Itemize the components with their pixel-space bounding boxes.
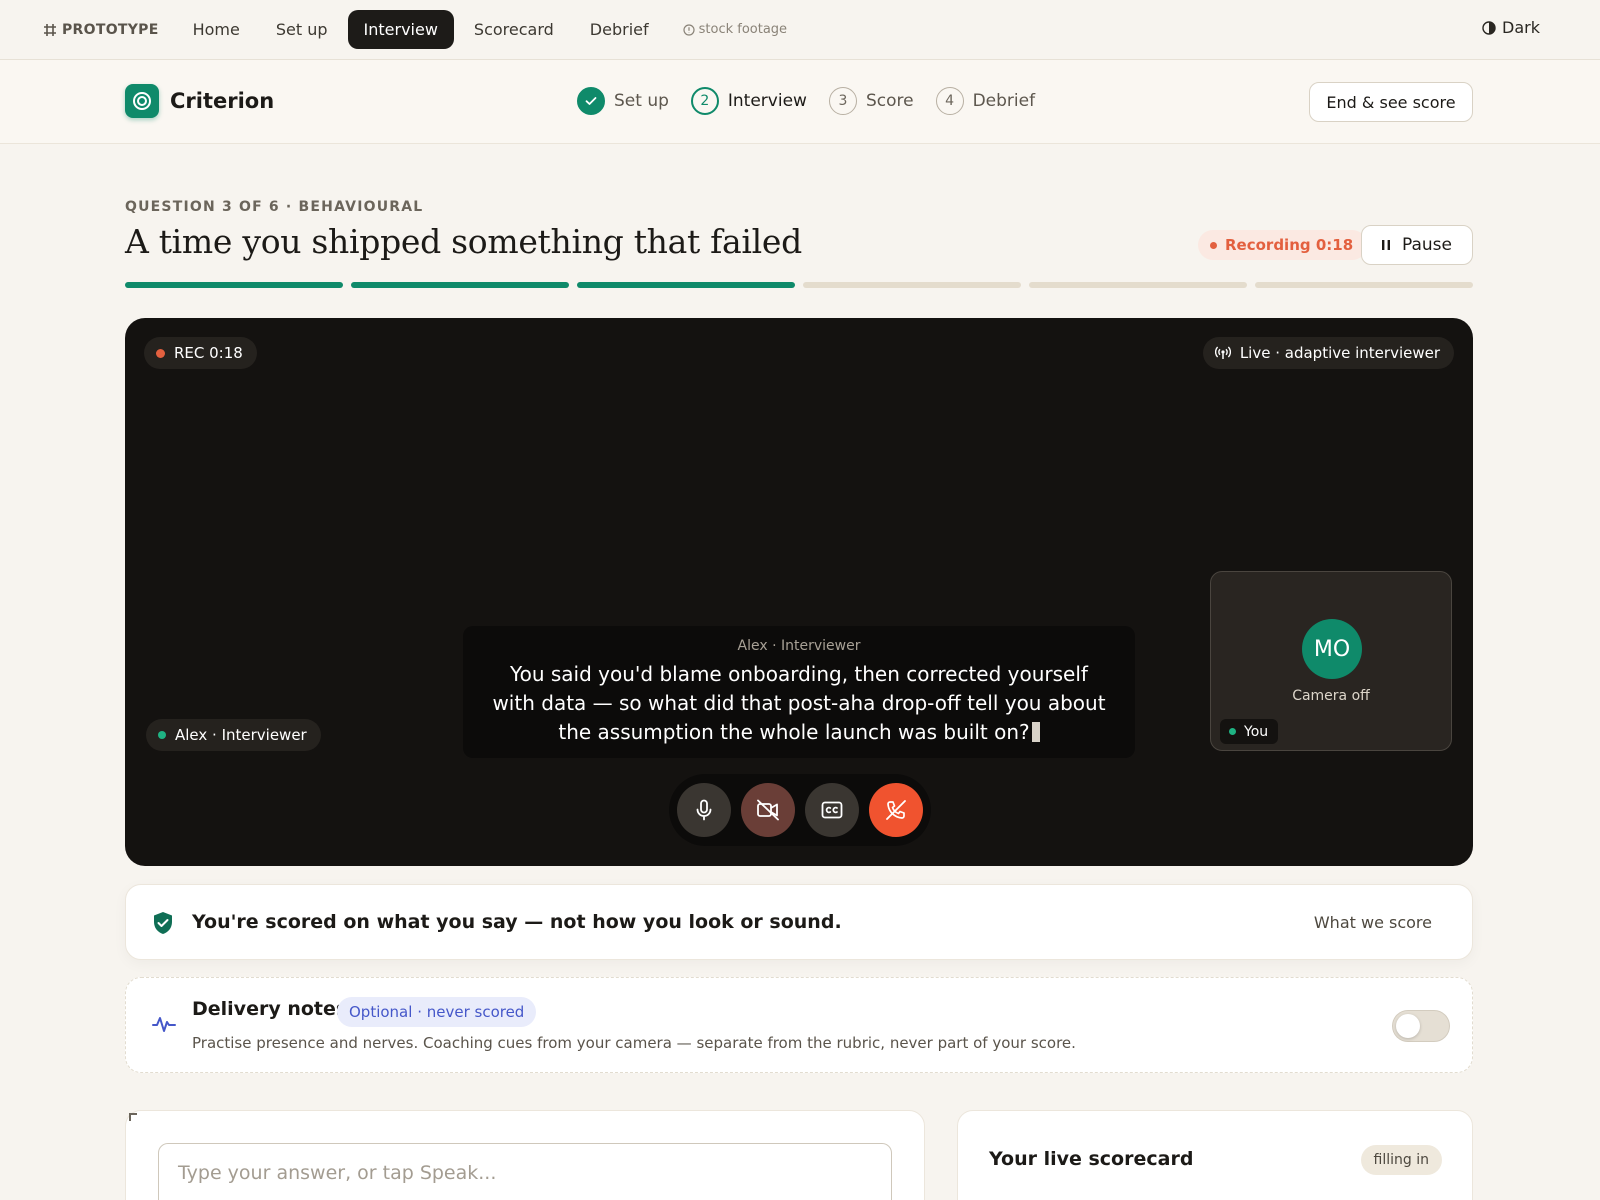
broadcast-icon (1214, 346, 1231, 359)
progress-segment (577, 282, 795, 288)
interviewer-name-tag: Alex · Interviewer (146, 719, 321, 751)
step-label: Score (865, 91, 914, 111)
info-icon (683, 23, 695, 36)
scoring-notice: You're scored on what you say — not how … (125, 884, 1473, 960)
captions-icon (821, 801, 843, 819)
hang-up-button[interactable] (869, 783, 923, 837)
video-off-icon (757, 799, 779, 821)
step-setup[interactable]: Set up (577, 87, 669, 115)
end-and-score-button[interactable]: End & see score (1309, 82, 1473, 122)
target-logo-icon (125, 84, 159, 118)
progress-segment (125, 282, 343, 288)
nav-interview[interactable]: Interview (347, 10, 454, 49)
delivery-notes-toggle[interactable] (1392, 1010, 1450, 1042)
interviewer-name: Alex · Interviewer (175, 726, 307, 744)
rec-indicator: REC 0:18 (144, 337, 257, 369)
caption-text-block: You said you'd blame onboarding, then co… (463, 660, 1135, 747)
call-controls (669, 774, 931, 846)
live-caption: Alex · Interviewer You said you'd blame … (463, 626, 1135, 758)
live-scorecard-panel: Your live scorecard filling in (957, 1110, 1473, 1200)
caption-text: You said you'd blame onboarding, then co… (492, 662, 1106, 744)
live-indicator: Live · adaptive interviewer (1202, 337, 1454, 369)
caption-speaker: Alex · Interviewer (737, 638, 861, 654)
typing-cursor (1031, 722, 1040, 742)
delivery-notes-title: Delivery notes (192, 998, 348, 1020)
phone-off-icon (886, 800, 906, 820)
step-interview[interactable]: 2 Interview (690, 87, 807, 115)
scorecard-title: Your live scorecard (989, 1148, 1194, 1170)
video-stage: REC 0:18 Live · adaptive interviewer Ale… (125, 318, 1473, 866)
delivery-notes-card: Delivery notes Optional · never scored P… (125, 977, 1473, 1073)
check-icon (577, 87, 605, 115)
dark-mode-label: Dark (1502, 18, 1540, 37)
microphone-button[interactable] (677, 783, 731, 837)
question-eyebrow: QUESTION 3 OF 6 · BEHAVIOURAL (125, 199, 424, 215)
online-dot-icon (1229, 728, 1236, 735)
step-number: 4 (935, 87, 964, 115)
step-debrief[interactable]: 4 Debrief (935, 87, 1036, 115)
pause-button[interactable]: Pause (1361, 225, 1473, 265)
scorecard-status-badge: filling in (1360, 1145, 1442, 1175)
self-label: You (1220, 719, 1279, 744)
step-label: Set up (614, 91, 669, 111)
self-view-tile: MO Camera off You (1210, 571, 1452, 751)
brand[interactable]: Criterion (125, 84, 274, 118)
prototype-label-text: PROTOTYPE (62, 21, 159, 38)
step-label: Debrief (972, 91, 1036, 111)
prototype-bar: PROTOTYPE Home Set up Interview Scorecar… (0, 0, 1600, 60)
progress-stepper: Set up 2 Interview 3 Score 4 Debrief (577, 87, 1035, 115)
nav-scorecard[interactable]: Scorecard (458, 10, 570, 49)
pulse-icon (152, 1017, 176, 1032)
microphone-icon (696, 799, 712, 821)
dark-mode-toggle[interactable]: Dark (1482, 18, 1540, 37)
toggle-knob (1396, 1014, 1420, 1038)
shield-check-icon (154, 912, 172, 934)
frame-icon (44, 23, 56, 36)
question-progress (125, 282, 1473, 288)
progress-segment (351, 282, 569, 288)
corner-marker (129, 1113, 137, 1121)
self-label-text: You (1244, 723, 1269, 740)
optional-badge: Optional · never scored (337, 997, 537, 1027)
stock-footage-text: stock footage (698, 22, 788, 37)
rec-time: REC 0:18 (174, 344, 243, 362)
progress-segment (803, 282, 1021, 288)
camera-status: Camera off (1292, 688, 1370, 704)
step-number: 3 (828, 87, 857, 115)
avatar: MO (1302, 619, 1362, 679)
nav-debrief[interactable]: Debrief (574, 10, 665, 49)
step-score[interactable]: 3 Score (828, 87, 914, 115)
online-dot-icon (158, 731, 166, 739)
record-dot-icon (156, 348, 165, 358)
captions-button[interactable] (805, 783, 859, 837)
pause-icon (1382, 240, 1390, 250)
prototype-label: PROTOTYPE (44, 22, 159, 38)
app-header: Criterion Set up 2 Interview 3 Score 4 D… (0, 60, 1600, 144)
contrast-icon (1482, 20, 1496, 35)
question-title: A time you shipped something that failed (125, 222, 802, 261)
pause-label: Pause (1402, 235, 1452, 255)
answer-input[interactable] (158, 1143, 892, 1200)
recording-time: Recording 0:18 (1225, 236, 1354, 254)
delivery-notes-description: Practise presence and nerves. Coaching c… (192, 1034, 1076, 1052)
what-we-score-link[interactable]: What we score (1314, 913, 1432, 932)
step-label: Interview (727, 91, 807, 111)
nav-home[interactable]: Home (177, 10, 256, 49)
stock-footage-note: stock footage (683, 22, 787, 37)
progress-segment (1255, 282, 1473, 288)
nav-setup[interactable]: Set up (260, 10, 344, 49)
scoring-notice-text: You're scored on what you say — not how … (192, 911, 842, 933)
answer-panel (125, 1110, 925, 1200)
record-dot-icon (1210, 241, 1217, 249)
camera-toggle-button[interactable] (741, 783, 795, 837)
prototype-nav: Home Set up Interview Scorecard Debrief (177, 10, 665, 49)
brand-name: Criterion (170, 89, 275, 113)
live-label: Live · adaptive interviewer (1239, 344, 1440, 362)
step-number: 2 (690, 87, 719, 115)
progress-segment (1029, 282, 1247, 288)
recording-status: Recording 0:18 (1198, 230, 1368, 260)
